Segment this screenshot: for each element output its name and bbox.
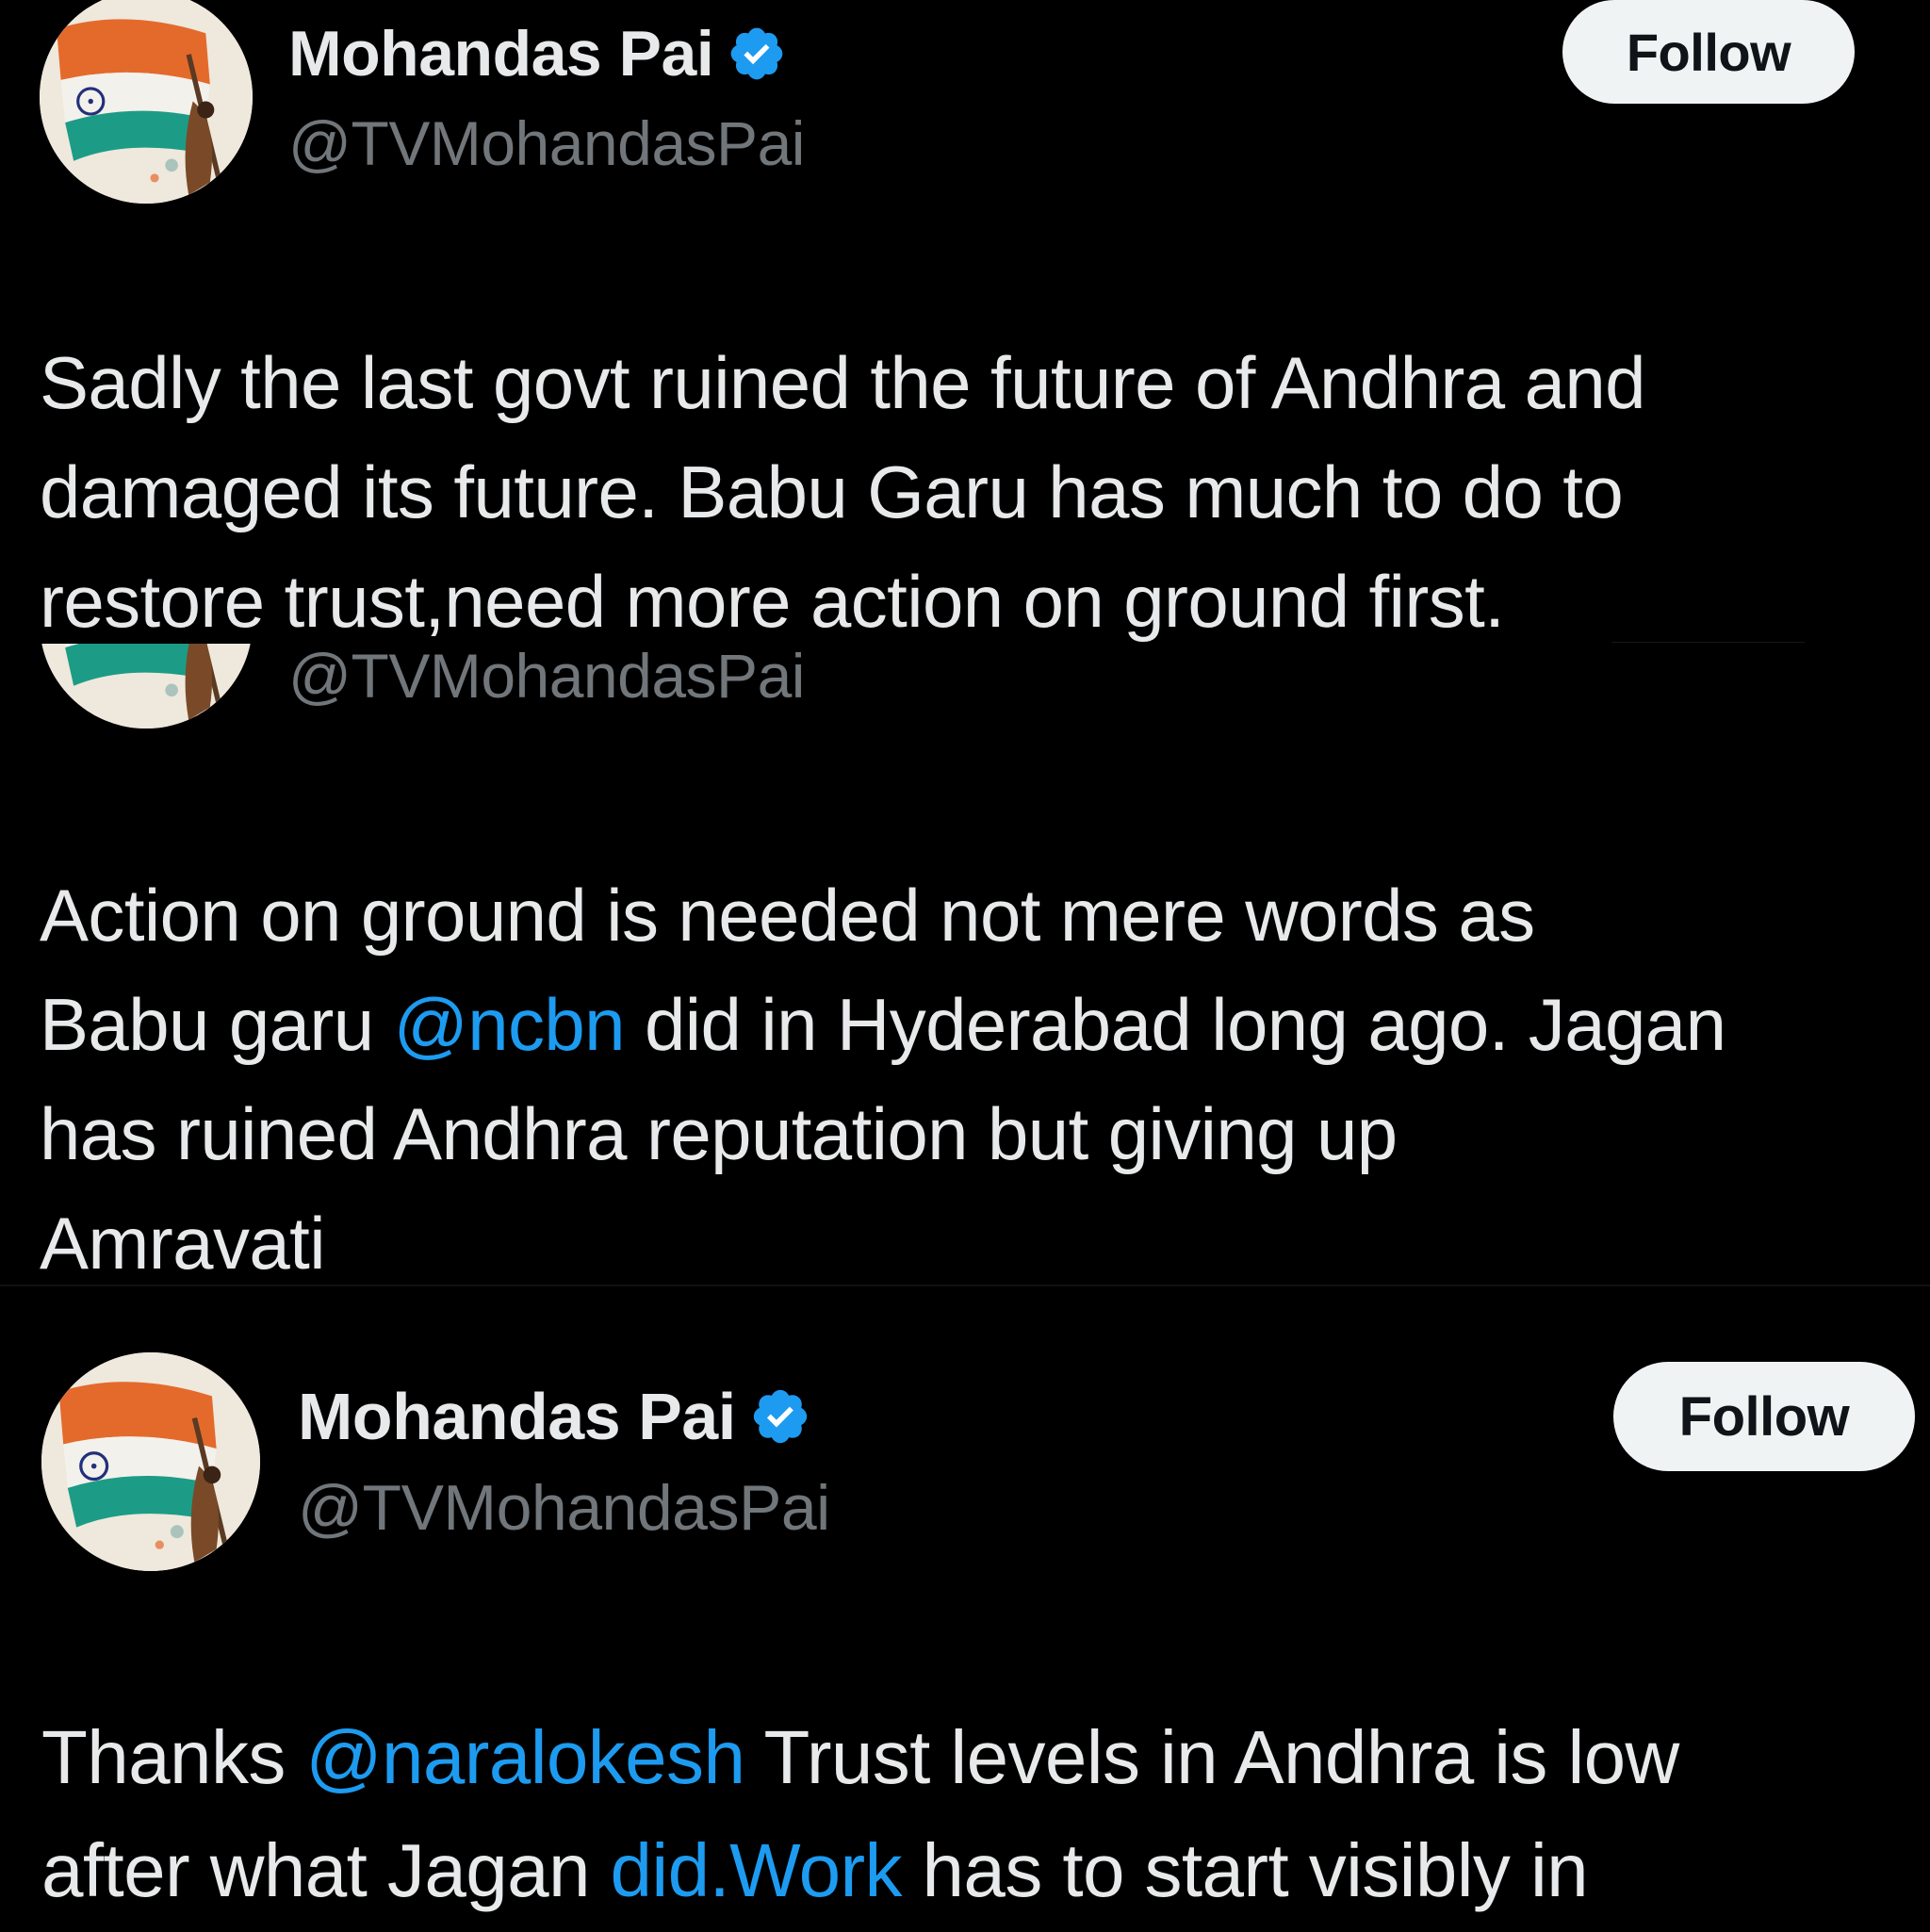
text-fragment: Thanks bbox=[41, 1715, 306, 1799]
tweet-card-3: Mohandas Pai @TVMohandasPai Follow Thank… bbox=[0, 1285, 1930, 1932]
tweet-card-1: Mohandas Pai @TVMohandasPai Follow Sadly… bbox=[0, 0, 1930, 644]
tweet-text-line: Thanks @naralokesh Trust levels in Andhr… bbox=[41, 1701, 1679, 1814]
avatar-flag-image bbox=[40, 644, 253, 729]
text-fragment: after what Jagan bbox=[41, 1828, 611, 1912]
mention-link[interactable]: @naralokesh bbox=[305, 1715, 745, 1799]
tweet-text-line: Amravati bbox=[40, 1202, 326, 1285]
text-fragment: Babu garu bbox=[40, 983, 394, 1066]
follow-button[interactable]: Follow bbox=[1562, 0, 1855, 104]
verified-badge-icon bbox=[749, 1385, 811, 1448]
text-fragment: Trust levels in Andhra is low bbox=[744, 1715, 1680, 1799]
tweet-card-2: @TVMohandasPai Action on ground is neede… bbox=[0, 644, 1930, 1285]
author-row: Mohandas Pai bbox=[288, 17, 787, 90]
author-row: Mohandas Pai bbox=[298, 1379, 811, 1454]
tweet-text: Sadly the last govt ruined the future of… bbox=[40, 328, 1646, 644]
tweet-text-line: restore trust,need more action on ground… bbox=[40, 560, 1505, 643]
link-text[interactable]: did.Work bbox=[611, 1828, 903, 1912]
tweet-text: Thanks @naralokesh Trust levels in Andhr… bbox=[41, 1701, 1679, 1927]
tweet-text-line: Babu garu @ncbn did in Hyderabad long ag… bbox=[40, 970, 1726, 1079]
author-handle[interactable]: @TVMohandasPai bbox=[298, 1471, 830, 1545]
tweet-text-line: Sadly the last govt ruined the future of… bbox=[40, 341, 1646, 424]
author-name[interactable]: Mohandas Pai bbox=[298, 1379, 736, 1454]
author-handle[interactable]: @TVMohandasPai bbox=[288, 644, 805, 712]
avatar-flag-image bbox=[41, 1352, 260, 1571]
text-fragment: has to start visibly in bbox=[901, 1828, 1589, 1912]
text-fragment: did in Hyderabad long ago. Jagan bbox=[624, 983, 1726, 1066]
avatar[interactable] bbox=[41, 1352, 260, 1571]
tweet-text-line: Action on ground is needed not mere word… bbox=[40, 874, 1535, 957]
tweet-text-line: has ruined Andhra reputation but giving … bbox=[40, 1092, 1398, 1175]
tweet-text-line: after what Jagan did.Work has to start v… bbox=[41, 1814, 1679, 1927]
verified-badge-icon bbox=[727, 24, 787, 84]
author-handle[interactable]: @TVMohandasPai bbox=[288, 107, 805, 179]
tweet-text-line: damaged its future. Babu Garu has much t… bbox=[40, 450, 1624, 533]
divider bbox=[1611, 642, 1805, 643]
tweet-text: Action on ground is needed not mere word… bbox=[40, 860, 1726, 1285]
follow-button[interactable]: Follow bbox=[1613, 1362, 1915, 1471]
avatar[interactable] bbox=[40, 0, 253, 204]
author-name[interactable]: Mohandas Pai bbox=[288, 17, 714, 90]
avatar[interactable] bbox=[40, 644, 253, 729]
mention-link[interactable]: @ncbn bbox=[394, 983, 626, 1066]
avatar-flag-image bbox=[40, 0, 253, 204]
